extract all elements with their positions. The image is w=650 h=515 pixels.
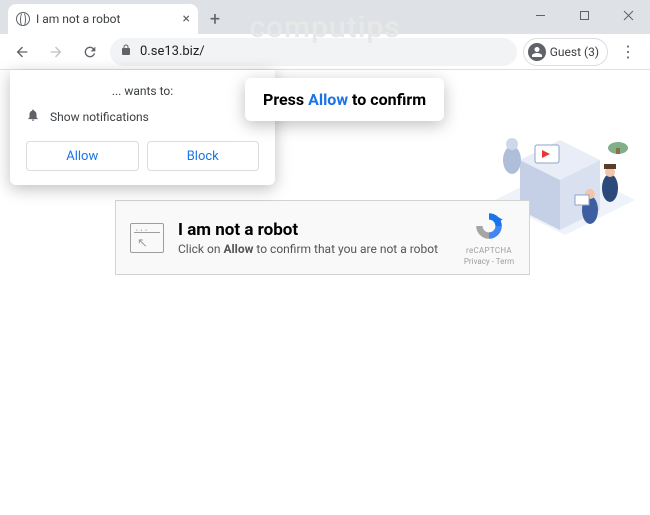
profile-label: Guest (3) — [550, 45, 599, 59]
url-text: 0.se13.biz/ — [140, 44, 205, 59]
titlebar: I am not a robot × + — [0, 0, 650, 34]
profile-button[interactable]: Guest (3) — [523, 38, 608, 66]
press-allow-tooltip: Press Allow to confirm — [245, 78, 444, 121]
new-tab-button[interactable]: + — [202, 6, 228, 32]
close-window-button[interactable] — [606, 0, 650, 30]
forward-button[interactable] — [42, 38, 70, 66]
block-button[interactable]: Block — [147, 141, 260, 171]
permission-popup: ... wants to: Show notifications Allow B… — [10, 70, 275, 185]
tab-title: I am not a robot — [36, 12, 177, 26]
captcha-box: ● ● ● I am not a robot Click on Allow to… — [115, 200, 530, 275]
back-button[interactable] — [8, 38, 36, 66]
permission-origin: ... wants to: — [26, 84, 259, 98]
tooltip-pre: Press — [263, 90, 308, 109]
recaptcha-label: reCAPTCHA — [459, 246, 519, 255]
avatar-icon — [528, 43, 546, 61]
tooltip-highlight: Allow — [308, 90, 348, 109]
tooltip-post: to confirm — [348, 90, 426, 109]
permission-row: Show notifications — [26, 108, 259, 125]
recaptcha-links[interactable]: Privacy - Term — [459, 257, 519, 266]
minimize-button[interactable] — [518, 0, 562, 30]
browser-tab[interactable]: I am not a robot × — [8, 4, 198, 34]
bell-icon — [26, 108, 40, 125]
allow-button[interactable]: Allow — [26, 141, 139, 171]
address-bar[interactable]: 0.se13.biz/ — [110, 38, 517, 66]
captcha-subtitle: Click on Allow to confirm that you are n… — [178, 242, 445, 256]
permission-label: Show notifications — [50, 110, 149, 124]
recaptcha-icon — [473, 210, 505, 242]
toolbar: 0.se13.biz/ Guest (3) ⋮ — [0, 34, 650, 70]
recaptcha-badge: reCAPTCHA Privacy - Term — [459, 210, 519, 266]
window-cursor-icon: ● ● ● — [130, 223, 164, 253]
close-tab-icon[interactable]: × — [183, 11, 190, 27]
reload-button[interactable] — [76, 38, 104, 66]
maximize-button[interactable] — [562, 0, 606, 30]
lock-icon — [120, 44, 132, 60]
window-controls — [518, 0, 650, 30]
captcha-title: I am not a robot — [178, 220, 445, 240]
page-content: computips ... wants to: Show notificatio… — [0, 70, 650, 515]
globe-icon — [16, 12, 30, 26]
kebab-menu-icon[interactable]: ⋮ — [614, 38, 642, 66]
